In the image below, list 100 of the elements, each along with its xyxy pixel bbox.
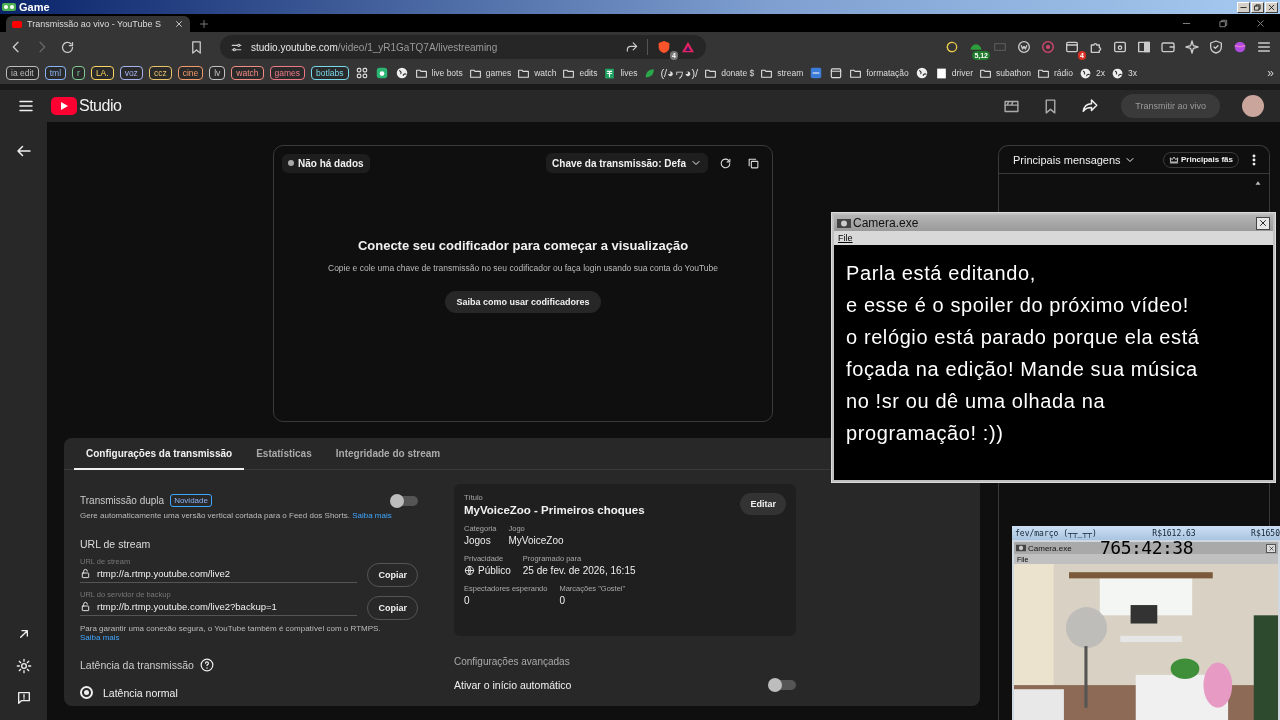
bookmark-item[interactable]: stream: [760, 66, 804, 80]
bookmark-item[interactable]: (/◕ヮ◕)/: [643, 65, 699, 81]
bookmark-item[interactable]: watch: [517, 66, 557, 80]
bookmark-item[interactable]: lives: [603, 66, 638, 80]
feedback-icon[interactable]: [15, 690, 32, 706]
settings-icon[interactable]: [15, 658, 32, 674]
globe-icon: [1110, 66, 1124, 80]
chat-filter-dropdown[interactable]: Principais mensagens: [1013, 153, 1136, 166]
close-icon[interactable]: [174, 19, 184, 29]
bookmark-chip[interactable]: lv: [209, 66, 226, 80]
bookmark-chip[interactable]: ccz: [148, 66, 172, 80]
bookmark-chip[interactable]: ia edit: [6, 66, 39, 80]
play-logo-icon: [12, 20, 22, 28]
shield-icon[interactable]: [656, 39, 672, 55]
globe-icon[interactable]: [914, 66, 929, 80]
reload-icon[interactable]: [60, 39, 75, 55]
bookmark-icon[interactable]: [189, 39, 204, 55]
target-icon[interactable]: [1040, 39, 1056, 55]
section-heading: URL de stream: [80, 538, 152, 550]
shield-icon[interactable]: [1208, 39, 1224, 55]
minimize-button[interactable]: [1237, 1, 1250, 13]
message-line: programação! :)): [846, 421, 1005, 446]
app-icon: [837, 217, 851, 229]
app-icon[interactable]: [374, 66, 389, 80]
field-value: 25 de fev. de 2026, 16:15: [522, 565, 636, 576]
toggle-thumb[interactable]: [390, 493, 404, 508]
setting-label: Transmissão dupla: [80, 495, 165, 506]
sidebar-icon[interactable]: [1136, 39, 1152, 55]
stream-key-dropdown[interactable]: Chave da transmissão: Defa: [546, 153, 708, 173]
settings-tab[interactable]: Integridade do stream: [323, 438, 453, 470]
toggle-switch[interactable]: [770, 680, 796, 690]
window-title: Camera.exe: [853, 216, 919, 230]
app-icon: [1016, 544, 1026, 552]
section-heading: Latência da transmissão: [80, 659, 194, 671]
bookmark-item[interactable]: games: [468, 66, 512, 80]
section-heading: Configurações avançadas: [454, 656, 571, 667]
menu-item[interactable]: File: [838, 233, 853, 243]
header-text: fev/março (┬┬_┬┬): [1015, 528, 1097, 538]
grid-icon[interactable]: [354, 66, 369, 80]
radio-button[interactable]: [80, 686, 93, 699]
reader-icon[interactable]: [1112, 39, 1128, 55]
share-icon[interactable]: [625, 40, 639, 54]
bookmark-item[interactable]: 3x: [1110, 66, 1137, 80]
circle-icon[interactable]: [1016, 39, 1032, 55]
header-text: R$1650: [1251, 528, 1280, 538]
browser-tab[interactable]: Transmissão ao vivo - YouTube S: [6, 16, 190, 32]
overflow-button[interactable]: »: [1267, 66, 1274, 80]
help-icon[interactable]: [199, 658, 214, 672]
bookmark-item[interactable]: donate $: [704, 66, 755, 80]
refresh-icon[interactable]: [718, 156, 732, 170]
toggle-thumb[interactable]: [768, 678, 782, 692]
bookmark-chip[interactable]: r: [72, 66, 85, 80]
page-icon: [934, 66, 948, 80]
ring-icon[interactable]: [944, 39, 960, 55]
bookmark-chip[interactable]: LA.: [90, 66, 114, 80]
bookmark-item[interactable]: formatação: [849, 66, 909, 80]
calendar-icon[interactable]: [829, 66, 844, 80]
bookmark-chip[interactable]: tml: [44, 66, 67, 80]
edit-button[interactable]: Editar: [740, 493, 786, 515]
avatar[interactable]: [1242, 95, 1264, 117]
copy-icon[interactable]: [746, 156, 760, 170]
app-icon[interactable]: [809, 66, 824, 80]
field-value: MyVoiceZoo: [508, 535, 564, 546]
globe-icon[interactable]: [394, 66, 409, 80]
restore-button[interactable]: [1251, 1, 1264, 13]
stream-title: MyVoiceZoo - Primeiros choques: [464, 504, 645, 516]
window-title: Camera.exe: [1028, 543, 1072, 553]
bookmark-item[interactable]: rádio: [1037, 66, 1073, 80]
bookmark-chip[interactable]: watch: [231, 66, 264, 80]
restore-icon[interactable]: [1218, 18, 1229, 29]
bookmark-item[interactable]: live bots: [414, 66, 463, 80]
bookmark-chip[interactable]: cine: [177, 66, 204, 80]
window-icon[interactable]: [1064, 39, 1080, 55]
close-button[interactable]: [1256, 216, 1270, 230]
field-value: Jogos: [464, 535, 492, 546]
close-button[interactable]: [1266, 543, 1276, 553]
settings-tab[interactable]: Configurações da transmissão: [74, 438, 245, 470]
plus-icon[interactable]: [198, 18, 210, 30]
close-icon[interactable]: [1255, 18, 1266, 29]
bookmark-item[interactable]: subathon: [979, 66, 1031, 80]
bookmark-item[interactable]: driver: [934, 66, 974, 80]
wallet-icon[interactable]: [1160, 39, 1176, 55]
orb-icon[interactable]: [1232, 39, 1248, 55]
bookmark-item[interactable]: 2x: [1078, 66, 1105, 80]
toggle-switch[interactable]: [392, 495, 418, 506]
play-logo-icon[interactable]: [51, 97, 77, 115]
settings-tab[interactable]: Estatísticas: [244, 438, 324, 470]
bookmark-chip[interactable]: games: [269, 66, 306, 80]
timer: 765:42:38: [1100, 538, 1194, 558]
globe-icon: [464, 565, 475, 576]
status-chip: Não há dados: [282, 153, 370, 173]
learn-more-link[interactable]: Saiba mais: [352, 511, 392, 520]
share-icon[interactable]: [1081, 97, 1100, 115]
bookmark-chip[interactable]: botlabs: [311, 66, 349, 80]
bookmark-chip[interactable]: voz: [119, 66, 143, 80]
encoder-help-button[interactable]: Saiba como usar codificadores: [445, 291, 601, 313]
sparkle-icon[interactable]: [1184, 39, 1200, 55]
bookmark-item[interactable]: edits: [562, 66, 598, 80]
security-note: Para garantir uma conexão segura, o YouTube também é compatível com o RTMPS. Saiba mais: [80, 624, 382, 642]
learn-more-link[interactable]: Saiba mais: [80, 633, 120, 642]
